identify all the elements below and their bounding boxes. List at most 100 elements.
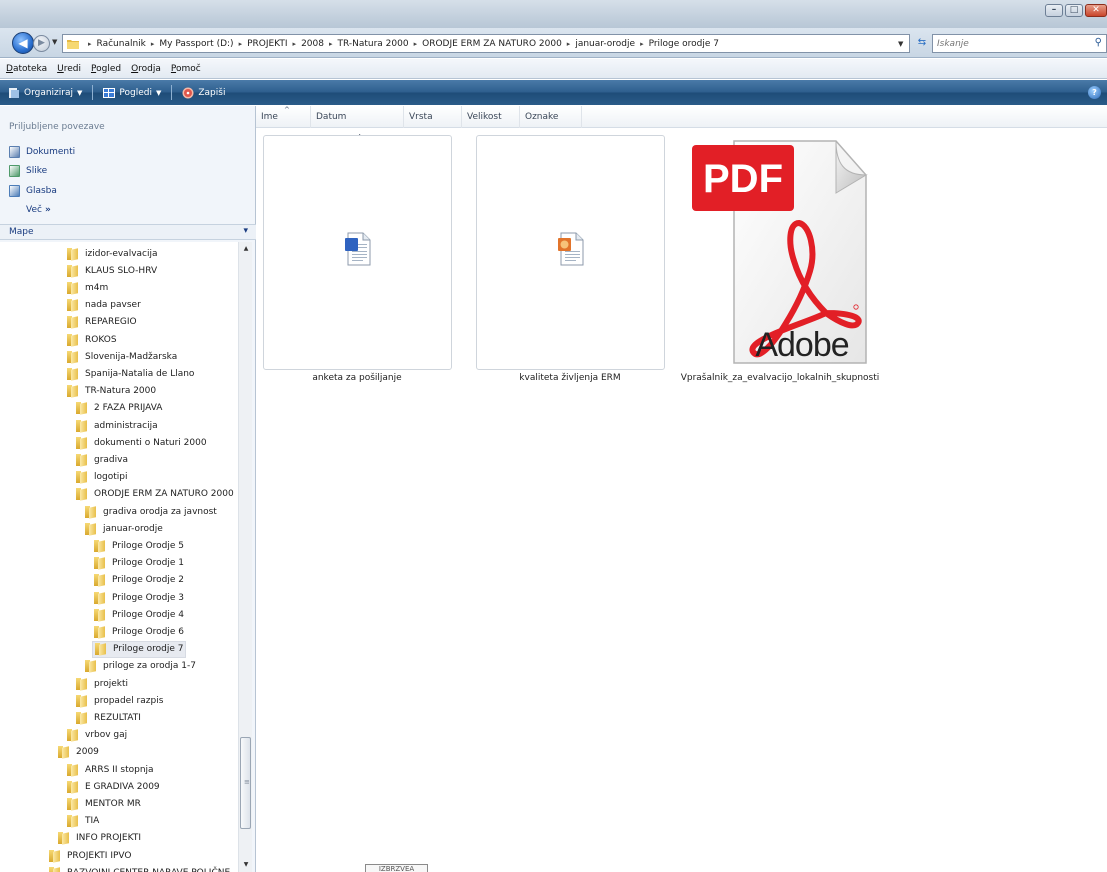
tree-item[interactable]: m4m [65, 279, 110, 296]
tree-item[interactable]: ORODJE ERM ZA NATURO 2000 [74, 486, 236, 503]
folder-icon [67, 780, 78, 793]
more-links-button[interactable]: Več» [9, 201, 75, 221]
scrollbar-thumb[interactable]: ≡ [240, 737, 251, 829]
breadcrumb-separator-icon[interactable]: ▸ [239, 40, 243, 48]
breadcrumb-item[interactable]: ORODJE ERM ZA NATURO 2000 [422, 39, 562, 49]
menu-item[interactable]: Pogled [91, 64, 121, 74]
file-name-powerpoint[interactable]: kvaliteta življenja ERM [470, 373, 670, 383]
tree-item[interactable]: gradiva [74, 451, 130, 468]
file-tile-word[interactable] [263, 135, 452, 370]
tree-item[interactable]: RAZVOJNI CENTER NARAVE POLIČNE [47, 864, 232, 872]
scroll-down-arrow-icon[interactable]: ▼ [239, 858, 253, 872]
breadcrumb-separator-icon[interactable]: ▸ [414, 40, 418, 48]
tree-item[interactable]: E GRADIVA 2009 [65, 778, 162, 795]
file-tile-pdf[interactable]: PDF Adobe [686, 133, 868, 365]
tree-item-selected[interactable]: Priloge orodje 7 [92, 640, 187, 658]
folder-tree-scrollbar[interactable]: ▲ ≡ ▼ [238, 242, 252, 872]
breadcrumb-item[interactable]: My Passport (D:) [159, 39, 233, 49]
tree-item[interactable]: Priloge Orodje 1 [92, 555, 186, 572]
tree-item[interactable]: ROKOS [65, 331, 119, 348]
favorite-link[interactable]: Slike [9, 162, 75, 182]
breadcrumb-item[interactable]: januar-orodje [575, 39, 635, 49]
tree-item[interactable]: ARRS II stopnja [65, 761, 156, 778]
tree-item-label: gradiva [94, 454, 128, 465]
address-bar[interactable]: ▸ Računalnik ▸ My Passport (D:) ▸ PROJEKTI ▸ 20… [62, 34, 910, 53]
column-header[interactable]: Ime ^ [256, 106, 311, 128]
favorite-link[interactable]: Glasba [9, 181, 75, 201]
column-header[interactable]: Vrsta [404, 106, 462, 128]
tree-item[interactable]: projekti [74, 675, 130, 692]
breadcrumb-item[interactable]: PROJEKTI [247, 39, 287, 49]
scroll-up-arrow-icon[interactable]: ▲ [239, 242, 253, 256]
toolbar-divider [171, 85, 173, 100]
tree-item[interactable]: Priloge Orodje 2 [92, 572, 186, 589]
menu-item[interactable]: Orodja [131, 64, 161, 74]
tree-item[interactable]: REZULTATI [74, 709, 143, 726]
tree-item[interactable]: nada pavser [65, 297, 143, 314]
folder-icon [94, 539, 105, 552]
tree-item[interactable]: priloge za orodja 1-7 [83, 658, 198, 675]
tree-item[interactable]: INFO PROJEKTI [56, 830, 143, 847]
menu-item[interactable]: Datoteka [6, 64, 47, 74]
favorite-link-label: Dokumenti [26, 146, 76, 157]
forward-button[interactable]: ▶ [33, 35, 50, 52]
column-header[interactable]: Datum spremembe [311, 106, 404, 144]
tree-item[interactable]: vrbov gaj [65, 727, 129, 744]
tree-item[interactable]: gradiva orodja za javnost [83, 503, 219, 520]
breadcrumb-separator-icon[interactable]: ▸ [151, 40, 155, 48]
tree-item[interactable]: TR-Natura 2000 [65, 383, 158, 400]
tree-item[interactable]: Priloge Orodje 5 [92, 537, 186, 554]
tree-item[interactable]: Priloge Orodje 6 [92, 623, 186, 640]
tree-item[interactable]: Priloge Orodje 4 [92, 606, 186, 623]
tree-item[interactable]: Priloge Orodje 3 [92, 589, 186, 606]
views-button[interactable]: Pogledi ▼ [103, 87, 161, 99]
menu-item[interactable]: Pomoč [171, 64, 201, 74]
tree-item[interactable]: 2 FAZA PRIJAVA [74, 400, 164, 417]
tree-item[interactable]: izidor-evalvacija [65, 245, 160, 262]
file-tile-powerpoint[interactable] [476, 135, 665, 370]
tree-item[interactable]: REPAREGIO [65, 314, 139, 331]
breadcrumb-separator-icon[interactable]: ▸ [293, 40, 297, 48]
back-button[interactable]: ◀ [12, 32, 34, 54]
close-button[interactable]: ✕ [1085, 4, 1107, 17]
tree-item[interactable]: propadel razpis [74, 692, 165, 709]
tree-item[interactable]: PROJEKTI IPVO [47, 847, 134, 864]
favorite-link[interactable]: Dokumenti [9, 142, 75, 162]
refresh-button[interactable]: ⇆ [913, 35, 931, 52]
tree-item[interactable]: Slovenija-Madžarska [65, 348, 179, 365]
column-header[interactable]: Velikost [462, 106, 520, 128]
file-name-word[interactable]: anketa za pošiljanje [257, 373, 457, 383]
breadcrumb-separator-icon[interactable]: ▸ [329, 40, 333, 48]
tree-item[interactable]: dokumenti o Naturi 2000 [74, 434, 209, 451]
tree-item[interactable]: MENTOR MR [65, 795, 143, 812]
tree-item[interactable]: logotipi [74, 469, 129, 486]
tree-item[interactable]: TIA [65, 813, 101, 830]
search-input[interactable] [933, 35, 1083, 52]
burn-button[interactable]: Zapiši [182, 87, 225, 99]
breadcrumb-separator-icon[interactable]: ▸ [88, 40, 92, 48]
breadcrumb-item[interactable]: Priloge orodje 7 [649, 39, 719, 49]
file-name-pdf[interactable]: Vprašalnik_za_evalvacijo_lokalnih_skupno… [680, 373, 880, 383]
recent-pages-dropdown[interactable]: ▼ [52, 38, 57, 46]
minimize-button[interactable]: – [1045, 4, 1063, 17]
tree-item[interactable]: KLAUS SLO-HRV [65, 262, 159, 279]
column-header-label: Velikost [467, 112, 502, 122]
help-icon[interactable]: ? [1088, 86, 1101, 99]
menu-item[interactable]: Uredi [57, 64, 81, 74]
tree-item-label: Spanija-Natalia de Llano [85, 368, 195, 379]
organize-button[interactable]: Organiziraj ▼ [8, 87, 82, 99]
tree-item[interactable]: januar-orodje [83, 520, 165, 537]
breadcrumb-item[interactable]: Računalnik [97, 39, 146, 49]
tree-item[interactable]: Spanija-Natalia de Llano [65, 365, 196, 382]
search-icon[interactable]: ⚲ [1095, 37, 1102, 48]
tree-item[interactable]: administracija [74, 417, 160, 434]
address-history-dropdown[interactable]: ▼ [898, 40, 903, 48]
tree-item[interactable]: 2009 [56, 744, 101, 761]
column-header[interactable]: Oznake [520, 106, 582, 128]
breadcrumb-item[interactable]: 2008 [301, 39, 324, 49]
folders-header[interactable]: Mape ▾ [0, 224, 256, 240]
breadcrumb-item[interactable]: TR-Natura 2000 [337, 39, 408, 49]
maximize-button[interactable]: □ [1065, 4, 1083, 17]
breadcrumb-separator-icon[interactable]: ▸ [640, 40, 644, 48]
breadcrumb-separator-icon[interactable]: ▸ [567, 40, 571, 48]
